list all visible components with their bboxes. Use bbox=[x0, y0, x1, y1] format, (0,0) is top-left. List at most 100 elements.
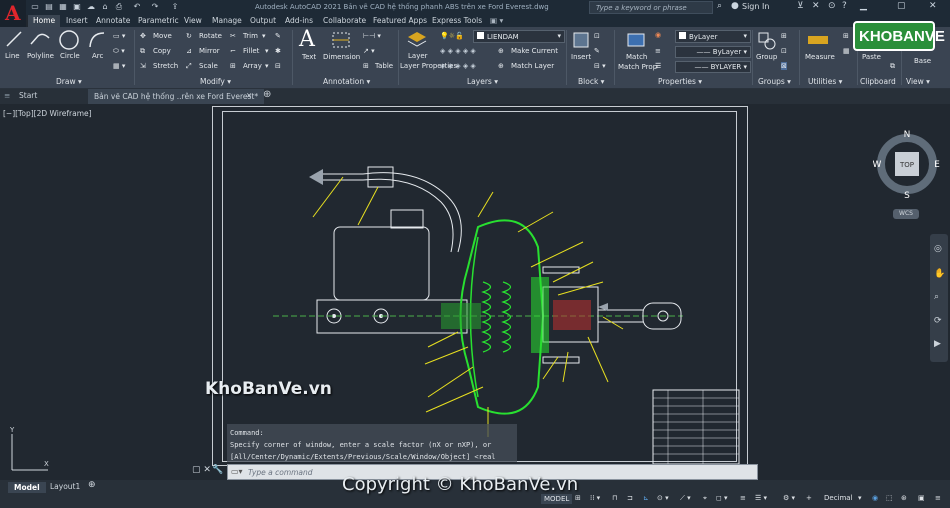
layer-properties-line1[interactable]: Layer bbox=[408, 52, 428, 60]
compass-east[interactable]: E bbox=[934, 160, 940, 170]
quick-properties-icon[interactable]: ◉ bbox=[872, 494, 878, 502]
new-tab-icon[interactable]: ⊕ bbox=[263, 89, 271, 100]
quickcalc-icon[interactable]: ▦ bbox=[843, 47, 850, 55]
scale-button[interactable]: Scale bbox=[199, 62, 218, 70]
new-file-icon[interactable]: ▭ bbox=[30, 2, 40, 12]
copy-button[interactable]: Copy bbox=[153, 47, 171, 55]
measure-button[interactable]: Measure bbox=[805, 53, 835, 61]
rotate-button[interactable]: Rotate bbox=[199, 32, 222, 40]
tab-express-tools[interactable]: Express Tools bbox=[432, 15, 482, 27]
layer-dropdown[interactable]: LIENDAM ▾ bbox=[473, 30, 565, 43]
infer-constraints-icon[interactable]: ⊓ bbox=[612, 494, 617, 502]
group-icon[interactable] bbox=[757, 31, 777, 51]
stretch-button[interactable]: Stretch bbox=[153, 62, 178, 70]
arc-icon[interactable] bbox=[87, 30, 107, 50]
viewcube-top-label[interactable]: TOP bbox=[899, 161, 914, 169]
model-space-toggle[interactable]: MODEL bbox=[541, 494, 573, 504]
lineweight-icon[interactable]: ☰ bbox=[655, 62, 661, 70]
tab-parametric[interactable]: Parametric bbox=[138, 15, 179, 27]
make-current-button[interactable]: Make Current bbox=[511, 47, 558, 55]
annotation-scale-icon[interactable]: ⚙ ▾ bbox=[783, 494, 795, 502]
trim-button[interactable]: Trim bbox=[243, 32, 258, 40]
rectangle-icon[interactable]: ▭ ▾ bbox=[113, 32, 125, 40]
zoom-extents-icon[interactable]: ⌕ bbox=[934, 292, 939, 302]
utilities-panel-label[interactable]: Utilities ▾ bbox=[808, 77, 842, 86]
close-tab-icon[interactable]: ✕ bbox=[246, 91, 252, 100]
object-snap-icon[interactable]: ◻ ▾ bbox=[716, 494, 728, 502]
match-layer-button[interactable]: Match Layer bbox=[511, 62, 554, 70]
tab-manage[interactable]: Manage bbox=[212, 15, 242, 27]
wcs-menu[interactable]: WCS bbox=[893, 209, 919, 219]
help-icon[interactable]: ? bbox=[842, 1, 847, 11]
tab-featured-apps[interactable]: Featured Apps bbox=[373, 15, 427, 27]
line-button[interactable]: Line bbox=[5, 52, 20, 60]
customization-icon[interactable]: ≡ bbox=[935, 494, 941, 502]
edit-block-icon[interactable]: ✎ bbox=[594, 47, 600, 55]
view-panel-label[interactable]: View ▾ bbox=[906, 77, 930, 86]
redo-icon[interactable]: ↷ bbox=[150, 2, 160, 12]
tab-addins[interactable]: Add-ins bbox=[285, 15, 313, 27]
showmotion-icon[interactable]: ▶ bbox=[934, 339, 941, 349]
tab-annotate[interactable]: Annotate bbox=[96, 15, 130, 27]
drawing-canvas[interactable]: [−][Top][2D Wireframe] Command: Specify … bbox=[0, 104, 950, 480]
search-input[interactable]: Type a keyword or phrase bbox=[589, 1, 713, 14]
layout1-tab[interactable]: Layout1 bbox=[50, 482, 80, 491]
linetype-dropdown[interactable]: —— ByLayer ▾ bbox=[675, 46, 751, 58]
annotation-panel-label[interactable]: Annotation ▾ bbox=[323, 77, 370, 86]
recent-commands-icon[interactable]: ▭▾ bbox=[231, 467, 243, 476]
isolate-objects-icon[interactable]: ⊛ bbox=[901, 494, 907, 502]
modify-panel-label[interactable]: Modify ▾ bbox=[200, 77, 231, 86]
measure-icon[interactable] bbox=[807, 33, 829, 47]
tab-home[interactable]: Home bbox=[28, 15, 61, 27]
linear-dim-icon[interactable]: ⊢⊣ ▾ bbox=[363, 32, 381, 40]
layer-state-icons[interactable]: 💡☼🔓 bbox=[440, 32, 464, 40]
dynamic-input-icon[interactable]: ⊐ bbox=[627, 494, 633, 502]
insert-icon[interactable] bbox=[572, 31, 590, 49]
layers-panel-label[interactable]: Layers ▾ bbox=[467, 77, 498, 86]
search-icon[interactable]: ⌕ bbox=[717, 1, 722, 11]
tab-output[interactable]: Output bbox=[250, 15, 276, 27]
polyline-button[interactable]: Polyline bbox=[27, 52, 54, 60]
match-properties-icon[interactable] bbox=[627, 31, 645, 49]
trim-dropdown-icon[interactable]: ▾ bbox=[262, 32, 266, 40]
units-dropdown-arrow-icon[interactable]: ▾ bbox=[858, 494, 862, 502]
text-icon[interactable]: A bbox=[299, 27, 315, 52]
cart-icon[interactable]: ⊻ bbox=[797, 1, 804, 11]
add-layout-icon[interactable]: ⊕ bbox=[88, 480, 96, 490]
sign-in-link[interactable]: Sign In bbox=[742, 2, 769, 11]
save-icon[interactable]: ▦ bbox=[58, 2, 68, 12]
tab-collaborate[interactable]: Collaborate bbox=[323, 15, 366, 27]
transparency-icon[interactable]: ☰ ▾ bbox=[755, 494, 767, 502]
fillet-button[interactable]: Fillet bbox=[243, 47, 259, 55]
model-tab[interactable]: Model bbox=[8, 482, 46, 493]
snap-icon[interactable]: ⁞⁞ ▾ bbox=[590, 494, 600, 502]
block-panel-label[interactable]: Block ▾ bbox=[578, 77, 604, 86]
explode-icon[interactable]: ✱ bbox=[275, 47, 281, 55]
ribbon-options-icon[interactable]: ▣ ▾ bbox=[490, 15, 503, 27]
erase-icon[interactable]: ✎ bbox=[275, 32, 281, 40]
text-button[interactable]: Text bbox=[302, 53, 316, 61]
gradient-icon[interactable]: ▦ ▾ bbox=[113, 62, 125, 70]
web-icon[interactable]: ⌂ bbox=[100, 2, 110, 12]
match-properties-button[interactable]: Match Properties bbox=[618, 63, 658, 71]
clean-screen-icon[interactable]: ▣ bbox=[918, 494, 925, 502]
ungroup-icon[interactable]: ⊞ bbox=[781, 32, 787, 40]
command-line-customize-icon[interactable]: 🔧 bbox=[212, 465, 223, 475]
linetype-icon[interactable]: ≡ bbox=[655, 47, 661, 55]
object-snap-tracking-icon[interactable]: ⌖ bbox=[703, 494, 707, 503]
mirror-button[interactable]: Mirror bbox=[199, 47, 220, 55]
color-dropdown[interactable]: ByLayer ▾ bbox=[675, 30, 751, 43]
app-menu-button[interactable]: A bbox=[0, 0, 26, 28]
polyline-icon[interactable] bbox=[29, 30, 51, 48]
layer-tools-icons-2[interactable]: ◈ ◈ ◈ ◈ ◈ bbox=[440, 62, 476, 70]
close-icon[interactable]: ✕ bbox=[929, 1, 937, 11]
lineweight-dropdown[interactable]: —— BYLAYER ▾ bbox=[675, 61, 751, 73]
grid-icon[interactable]: ⊞ bbox=[575, 494, 581, 502]
fillet-dropdown-icon[interactable]: ▾ bbox=[265, 47, 269, 55]
group-button[interactable]: Group bbox=[756, 53, 777, 61]
insert-button[interactable]: Insert bbox=[571, 53, 591, 61]
compass-north[interactable]: N bbox=[904, 130, 911, 140]
start-tab[interactable]: Start bbox=[19, 91, 37, 100]
layer-properties-icon[interactable] bbox=[406, 29, 428, 49]
units-dropdown[interactable]: Decimal bbox=[824, 494, 853, 502]
